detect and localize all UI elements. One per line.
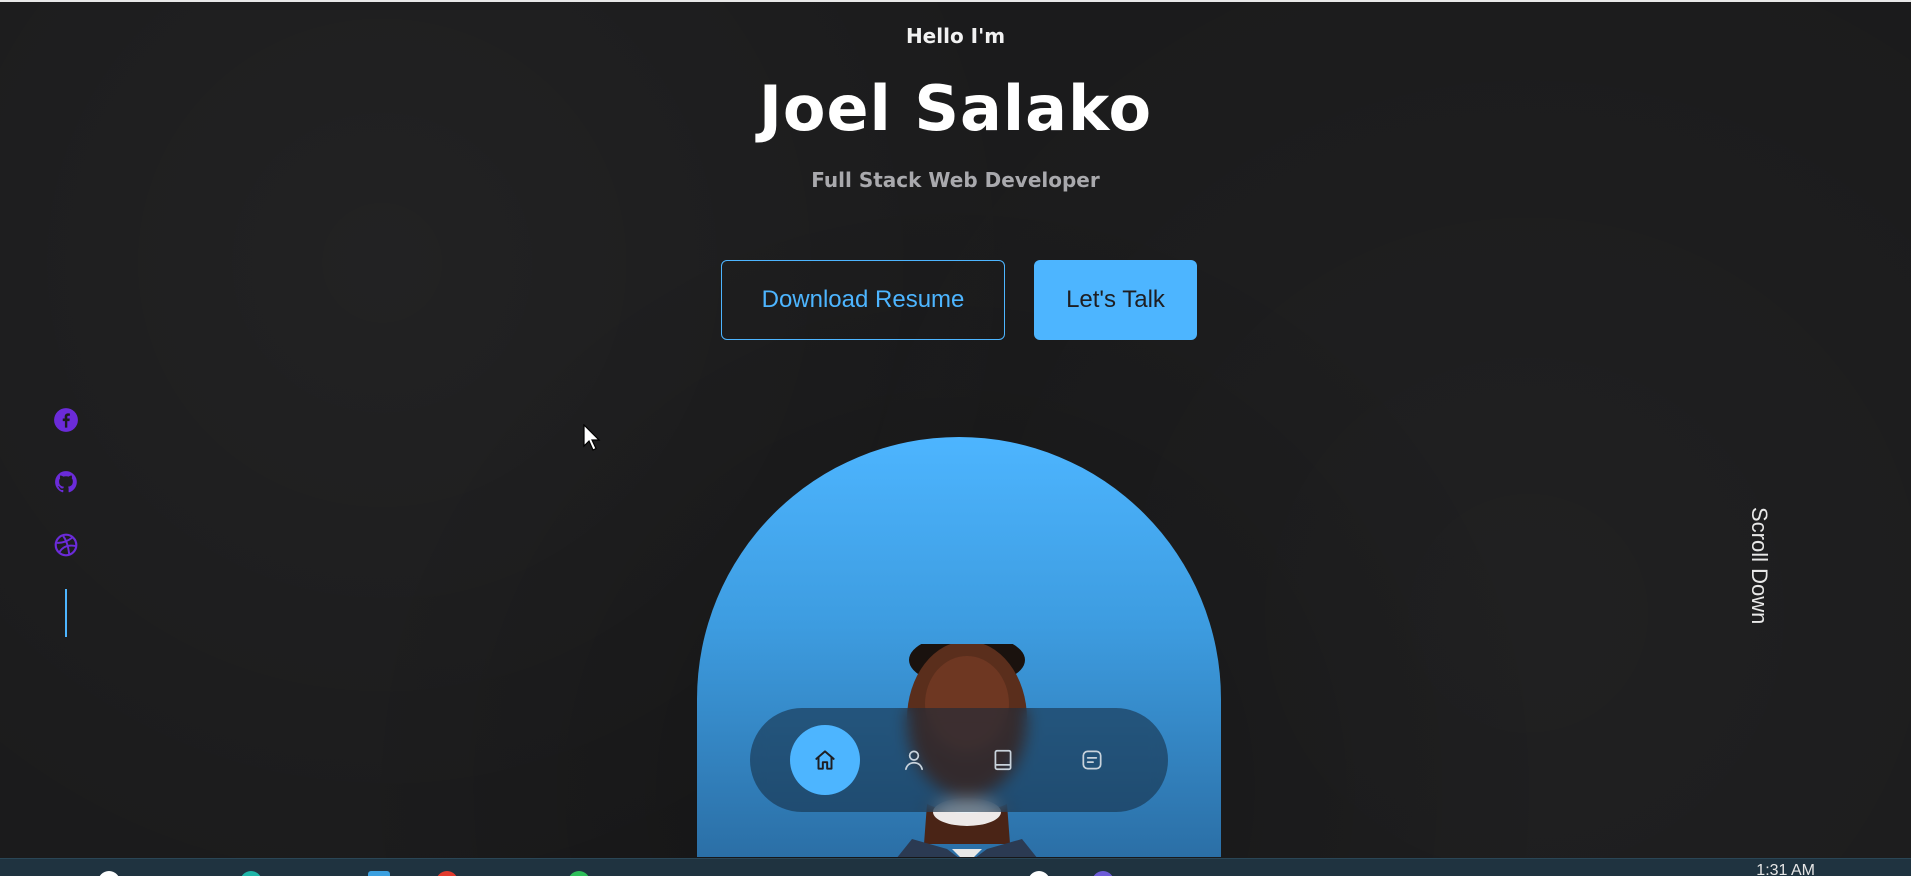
greeting: Hello I'm	[905, 24, 1006, 48]
lets-talk-button[interactable]: Let's Talk	[1034, 260, 1197, 340]
user-icon	[905, 750, 923, 771]
app-icon[interactable]	[368, 871, 390, 876]
home-icon	[815, 750, 835, 770]
hero-role: Full Stack Web Developer	[811, 168, 1100, 192]
whatsapp-icon[interactable]	[568, 871, 590, 876]
mouse-cursor-icon	[583, 424, 601, 451]
github-icon[interactable]	[52, 468, 80, 496]
taskbar: 1:31 AM	[0, 858, 1911, 876]
nav-contact[interactable]	[1057, 725, 1127, 795]
app-icon[interactable]	[240, 871, 262, 876]
app-icon[interactable]	[1092, 871, 1114, 876]
nav-about[interactable]	[879, 725, 949, 795]
book-icon	[994, 749, 1012, 771]
app-icon[interactable]	[1028, 871, 1050, 876]
browser-icon[interactable]	[436, 871, 458, 876]
download-resume-button[interactable]: Download Resume	[721, 260, 1005, 340]
social-divider	[65, 589, 67, 637]
top-edge	[0, 0, 1911, 2]
nav-experience[interactable]	[968, 725, 1038, 795]
scroll-down-link[interactable]: Scroll Down	[1746, 507, 1772, 624]
message-icon	[1082, 750, 1102, 770]
taskbar-clock: 1:31 AM	[1756, 862, 1815, 876]
search-icon[interactable]	[98, 871, 120, 876]
hero-name: Joel Salako	[758, 72, 1153, 145]
dribbble-icon[interactable]	[52, 531, 80, 559]
nav-home[interactable]	[790, 725, 860, 795]
facebook-icon[interactable]	[52, 406, 80, 434]
portfolio-page: Hello I'm Joel Salako Full Stack Web Dev…	[0, 0, 1911, 876]
bottom-nav	[750, 708, 1168, 812]
